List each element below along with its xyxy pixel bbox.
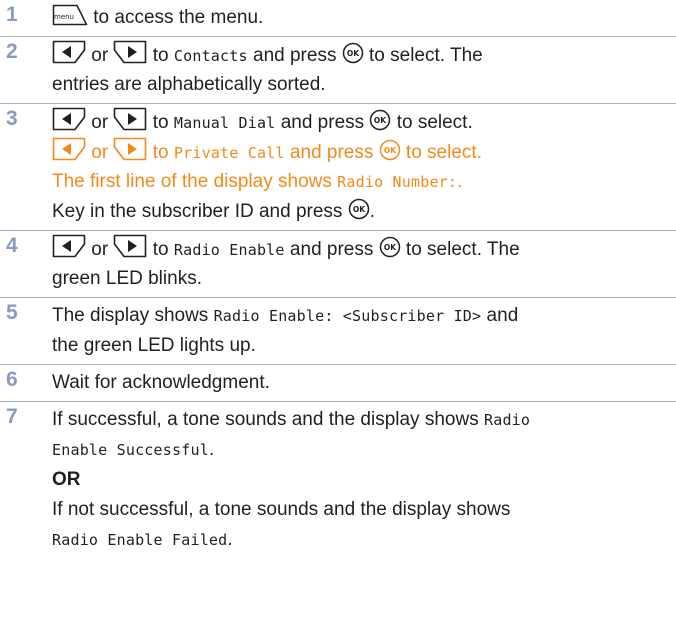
display-text: Radio Enable [173, 241, 285, 259]
left-arrow-key-icon [52, 40, 86, 64]
display-text: Private Call [173, 144, 285, 162]
step-number: 5 [6, 301, 18, 324]
display-text: Contacts [173, 47, 248, 65]
display-text: Radio [483, 411, 531, 429]
step-number: 3 [6, 107, 18, 130]
step-2: 2 or to Contacts and press to select. Th… [0, 37, 676, 104]
or-label: OR [52, 469, 81, 490]
ok-key-icon [369, 109, 391, 131]
step-4: 4 or to Radio Enable and press to select… [0, 231, 676, 298]
left-arrow-key-icon [52, 137, 86, 161]
step-7: 7 If successful, a tone sounds and the d… [0, 402, 676, 562]
display-text: Radio Enable: <Subscriber ID> [213, 307, 482, 325]
step-number: 7 [6, 405, 18, 428]
ok-key-icon [348, 198, 370, 220]
right-arrow-key-icon [113, 40, 147, 64]
step-number: 1 [6, 3, 18, 26]
ok-key-icon [379, 139, 401, 161]
display-text: Radio Number: [337, 173, 458, 191]
display-text: Manual Dial [173, 114, 276, 132]
display-text: Enable Successful [52, 441, 209, 459]
step-5: 5 The display shows Radio Enable: <Subsc… [0, 298, 676, 365]
left-arrow-key-icon [52, 107, 86, 131]
step-number: 6 [6, 368, 18, 391]
ok-key-icon [342, 42, 364, 64]
right-arrow-key-icon [113, 137, 147, 161]
ok-key-icon [379, 236, 401, 258]
step-6: 6 Wait for acknowledgment. [0, 365, 676, 402]
menu-key-icon [52, 4, 88, 26]
step-number: 4 [6, 234, 18, 257]
step-number: 2 [6, 40, 18, 63]
right-arrow-key-icon [113, 234, 147, 258]
right-arrow-key-icon [113, 107, 147, 131]
step-3: 3 or to Manual Dial and press to select.… [0, 104, 676, 231]
display-text: Radio Enable Failed [52, 531, 228, 549]
step-1: 1 to access the menu. [0, 0, 676, 37]
left-arrow-key-icon [52, 234, 86, 258]
